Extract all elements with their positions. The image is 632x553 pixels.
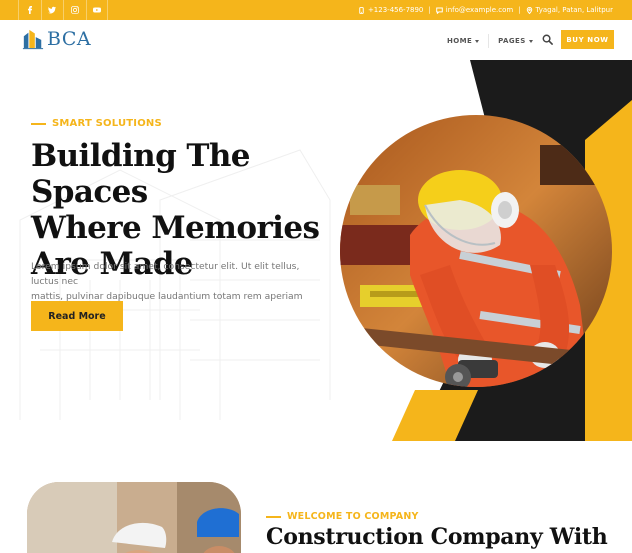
facebook-link[interactable]	[18, 0, 41, 20]
nav-item-pages[interactable]: PAGES	[498, 37, 533, 45]
nav-item-label: HOME	[447, 37, 473, 45]
youtube-link[interactable]	[85, 0, 108, 20]
phone-icon	[359, 6, 364, 14]
phone-info[interactable]: +123-456-7890	[358, 6, 423, 14]
tagline-text: SMART SOLUTIONS	[52, 118, 162, 129]
logo-text: BCA	[47, 28, 92, 50]
social-links	[18, 0, 108, 20]
location-icon	[526, 6, 532, 14]
nav-item-label: PAGES	[498, 37, 526, 45]
logo[interactable]: BCA	[22, 28, 91, 50]
email-info[interactable]: info@example.com	[435, 6, 514, 14]
about-title: Construction Company With	[266, 524, 608, 550]
chat-icon	[435, 7, 443, 14]
instagram-link[interactable]	[63, 0, 86, 20]
email-text: info@example.com	[445, 6, 514, 14]
tagline-dash	[31, 122, 46, 125]
chevron-down-icon	[528, 39, 533, 43]
nav-item-home[interactable]: HOME	[447, 37, 480, 45]
logo-building-icon	[22, 29, 44, 50]
contact-info: +123-456-7890 | info@example.com | Tyaga…	[358, 0, 613, 20]
facebook-icon	[27, 6, 32, 14]
address-text: Tyagal, Patan, Lalitpur	[535, 6, 613, 14]
phone-text: +123-456-7890	[367, 6, 424, 14]
hero-title-line: Building The Spaces	[31, 138, 250, 210]
top-bar: +123-456-7890 | info@example.com | Tyaga…	[0, 0, 632, 20]
hero-tagline: SMART SOLUTIONS	[31, 118, 162, 129]
workers-illustration	[27, 482, 241, 553]
address-info: Tyagal, Patan, Lalitpur	[526, 6, 613, 14]
buy-now-button[interactable]: BUY NOW	[561, 30, 614, 49]
about-tagline: WELCOME TO COMPANY	[266, 511, 419, 522]
hero-section: SMART SOLUTIONS Building The Spaces Wher…	[0, 60, 632, 441]
tagline-dash	[266, 515, 281, 518]
separator: |	[428, 6, 431, 14]
nav-divider	[488, 34, 490, 48]
twitter-link[interactable]	[40, 0, 64, 20]
hero-title-line: Where Memories	[31, 210, 320, 246]
hero-worker-photo	[340, 115, 612, 387]
chevron-down-icon	[475, 39, 480, 43]
twitter-icon	[48, 6, 57, 14]
read-more-button[interactable]: Read More	[31, 301, 123, 331]
tagline-text: WELCOME TO COMPANY	[287, 511, 419, 522]
hero-description-line: Lorem ipsum dolor sit amet, consectetur …	[31, 261, 300, 287]
site-header: BCA HOME PAGES BUY NOW	[0, 20, 632, 60]
search-icon[interactable]	[542, 34, 553, 45]
about-workers-photo	[27, 482, 241, 553]
youtube-icon	[92, 7, 101, 13]
instagram-icon	[70, 6, 79, 14]
main-nav: HOME PAGES	[447, 34, 533, 48]
separator: |	[518, 6, 521, 14]
worker-illustration	[340, 115, 612, 387]
